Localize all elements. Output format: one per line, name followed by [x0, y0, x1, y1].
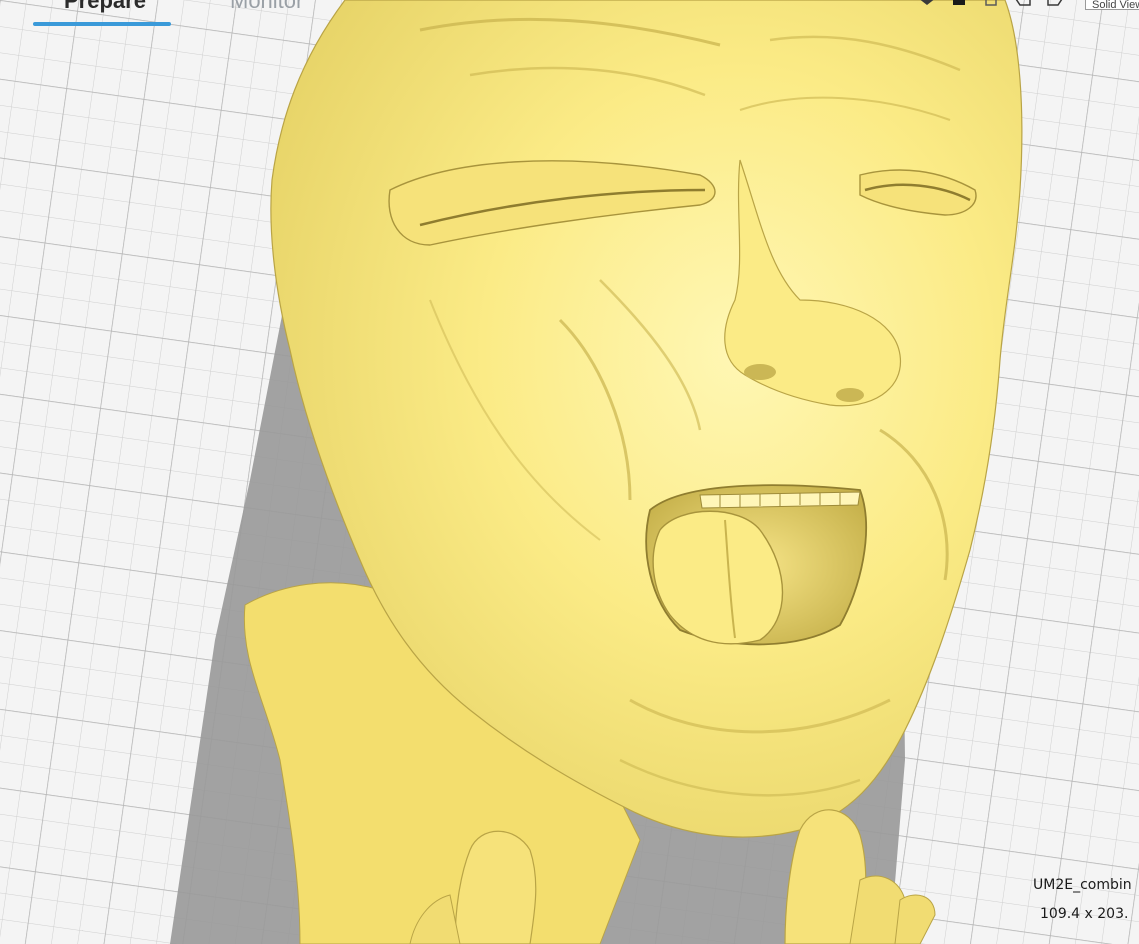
build-plate-scene[interactable]	[0, 0, 1139, 944]
left-view-icon[interactable]	[1012, 0, 1034, 6]
3d-view-icon[interactable]	[916, 0, 938, 6]
object-dimensions: 109.4 x 203.	[1040, 906, 1129, 922]
right-view-icon[interactable]	[1044, 0, 1066, 6]
tab-monitor[interactable]: Monitor	[230, 0, 303, 14]
tab-prepare[interactable]: Prepare	[64, 0, 146, 14]
object-name: UM2E_combin	[1033, 877, 1132, 893]
top-view-icon[interactable]	[980, 0, 1002, 6]
tab-prepare-indicator	[33, 22, 171, 26]
view-orientation-toolbar	[916, 0, 1066, 6]
view-mode-dropdown[interactable]: Solid View	[1085, 0, 1139, 10]
object-info-panel: UM2E_combin 109.4 x 203.	[1029, 874, 1139, 924]
front-view-icon[interactable]	[948, 0, 970, 6]
3d-viewport[interactable]	[0, 0, 1139, 944]
